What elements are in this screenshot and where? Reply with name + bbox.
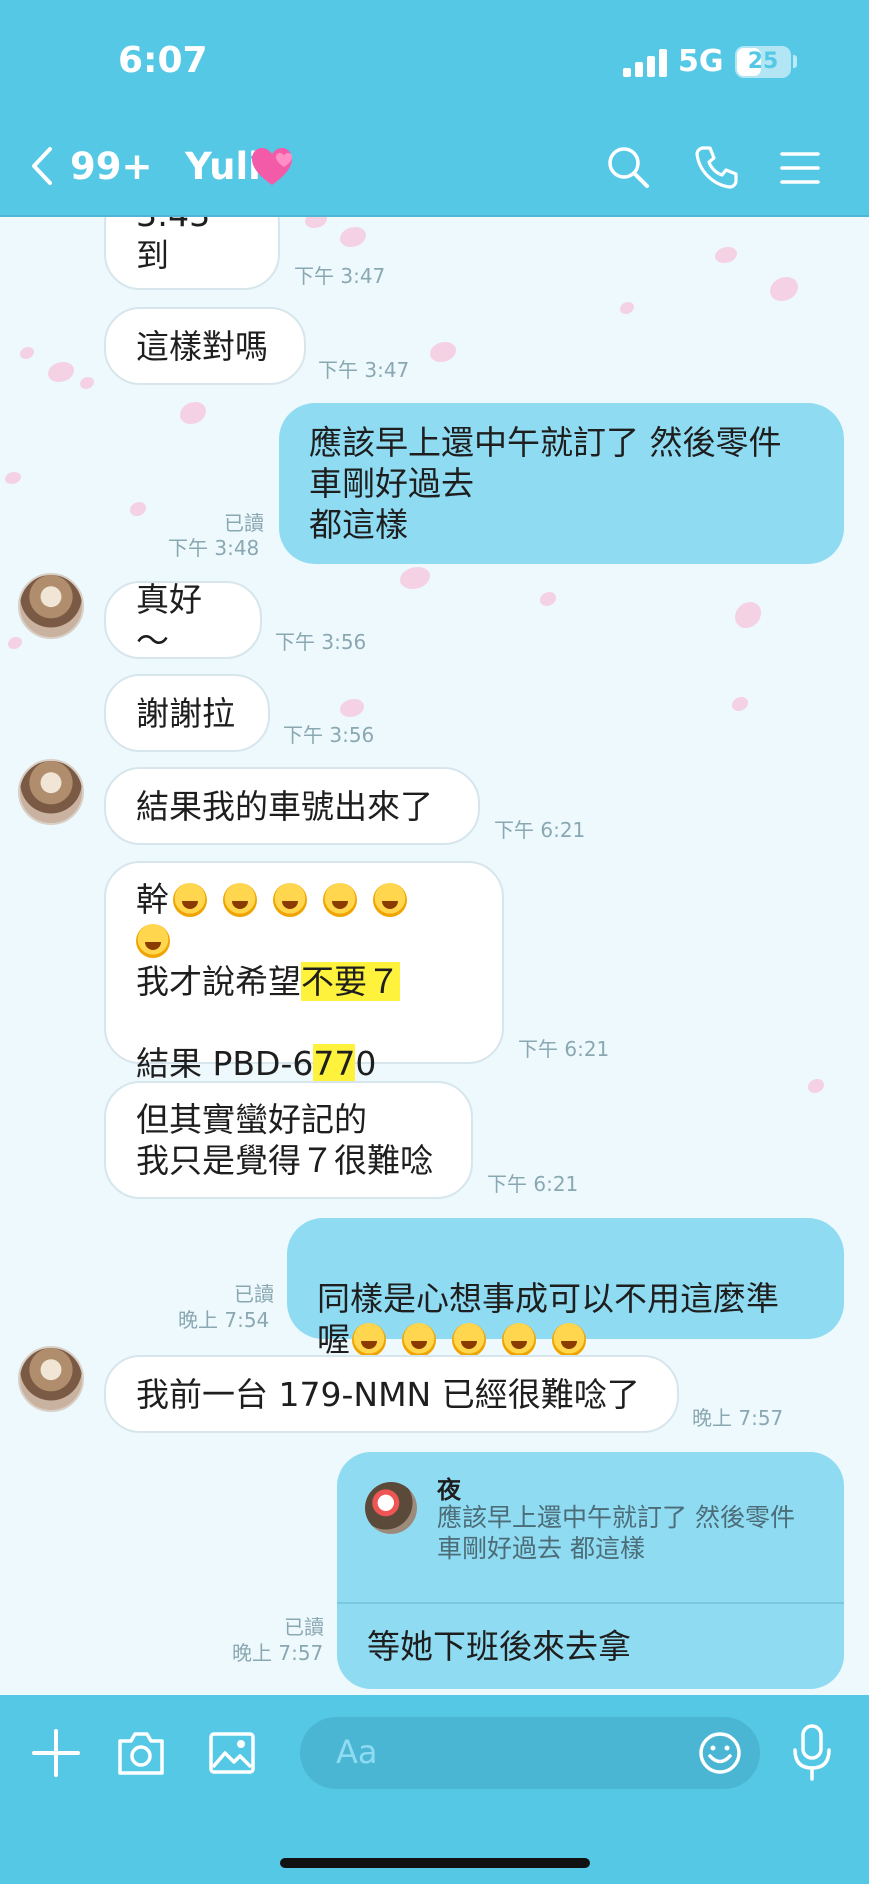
message-time: 下午 6:21 — [494, 818, 586, 842]
message-bubble[interactable]: 真好～ — [104, 580, 262, 660]
message-time: 下午 3:48 — [168, 536, 260, 560]
message-bubble[interactable]: 謝謝拉 — [104, 674, 270, 752]
reply-message-bubble[interactable]: 夜 應該早上還中午就訂了 然後零件 車剛好過去 都這樣 等她下班後來去拿 — [337, 1452, 844, 1689]
top-bar: 6:07 5G 25 99+ Yuli — [0, 0, 869, 217]
rofl-emoji-icon — [373, 883, 407, 917]
message-time: 下午 3:56 — [283, 723, 375, 747]
input-bar: Aa — [0, 1695, 869, 1884]
status-time: 6:07 — [118, 40, 208, 81]
message-input[interactable]: Aa — [300, 1717, 760, 1789]
message-time: 晚上 7:57 — [692, 1406, 784, 1430]
rofl-emoji-icon — [352, 1323, 386, 1357]
phone-icon[interactable] — [693, 143, 741, 191]
rofl-emoji-icon — [323, 883, 357, 917]
rofl-emoji-icon — [136, 924, 170, 958]
read-receipt: 已讀 — [234, 1282, 274, 1306]
home-indicator — [280, 1858, 590, 1868]
message-bubble[interactable]: 同樣是心想事成可以不用這麼準 喔 — [287, 1218, 844, 1359]
highlighted-text: 77 — [313, 1044, 356, 1083]
battery-level: 25 — [747, 49, 779, 74]
message-text: 幹 — [136, 880, 169, 919]
avatar[interactable] — [18, 573, 84, 639]
message-time: 下午 3:56 — [275, 630, 367, 654]
message-bubble[interactable]: 結果我的車號出來了 — [104, 767, 480, 845]
quoted-text: 應該早上還中午就訂了 然後零件 車剛好過去 都這樣 — [437, 1503, 795, 1563]
rofl-emoji-icon — [173, 883, 207, 917]
microphone-icon[interactable] — [790, 1723, 834, 1783]
rofl-emoji-icon — [223, 883, 257, 917]
back-unread-count[interactable]: 99+ — [70, 145, 153, 188]
read-receipt: 已讀 — [284, 1615, 324, 1639]
rofl-emoji-icon — [452, 1323, 486, 1357]
message-time: 下午 3:47 — [318, 358, 410, 382]
quoted-avatar — [365, 1482, 417, 1534]
message-bubble[interactable]: 但其實蠻好記的 我只是覺得７很難唸 — [104, 1081, 473, 1199]
image-icon[interactable] — [208, 1729, 256, 1777]
message-time: 晚上 7:57 — [232, 1641, 324, 1665]
signal-icon — [623, 49, 667, 77]
chat-area[interactable]: 2:14 前 3:43 到 下午 3:47 這樣對嗎 下午 3:47 已讀 下午… — [0, 217, 869, 1695]
message-text: 我才說希望 — [136, 962, 301, 1001]
reply-text: 等她下班後來去拿 — [367, 1627, 631, 1666]
highlighted-text: 不要７ — [301, 962, 400, 1001]
quoted-sender-name: 夜 — [437, 1476, 461, 1504]
message-text: 同樣是心想事成可以不用這麼準 喔 — [317, 1279, 779, 1359]
camera-icon[interactable] — [116, 1729, 166, 1777]
network-type: 5G — [678, 44, 724, 79]
emoji-icon[interactable] — [698, 1731, 742, 1775]
heart-icon — [252, 148, 292, 185]
message-bubble[interactable]: 我前一台 179-NMN 已經很難唸了 — [104, 1355, 679, 1433]
message-time: 下午 6:21 — [518, 1037, 610, 1061]
battery-icon: 25 — [735, 46, 791, 78]
avatar[interactable] — [18, 1346, 84, 1412]
rofl-emoji-icon — [552, 1323, 586, 1357]
message-time: 晚上 7:54 — [178, 1308, 270, 1332]
message-text: 結果 PBD-6 — [136, 1044, 314, 1083]
search-icon[interactable] — [604, 143, 652, 191]
message-text: 0 — [355, 1044, 377, 1083]
rofl-emoji-icon — [502, 1323, 536, 1357]
back-chevron-icon[interactable] — [30, 146, 54, 186]
quoted-message[interactable]: 夜 應該早上還中午就訂了 然後零件 車剛好過去 都這樣 — [337, 1452, 844, 1604]
message-input-placeholder: Aa — [336, 1733, 378, 1771]
plus-icon[interactable] — [32, 1729, 80, 1777]
message-time: 下午 6:21 — [487, 1172, 579, 1196]
rofl-emoji-icon — [402, 1323, 436, 1357]
message-bubble[interactable]: 幹 我才說希望不要７ 結果 PBD-6770 — [104, 861, 504, 1083]
rofl-emoji-icon — [273, 883, 307, 917]
avatar[interactable] — [18, 759, 84, 825]
message-bubble[interactable]: 2:14 前 3:43 到 — [104, 217, 280, 290]
message-bubble[interactable]: 應該早上還中午就訂了 然後零件 車剛好過去 都這樣 — [279, 403, 844, 564]
message-time: 下午 3:47 — [294, 264, 386, 288]
message-bubble[interactable]: 這樣對嗎 — [104, 307, 306, 385]
menu-icon[interactable] — [780, 150, 820, 186]
